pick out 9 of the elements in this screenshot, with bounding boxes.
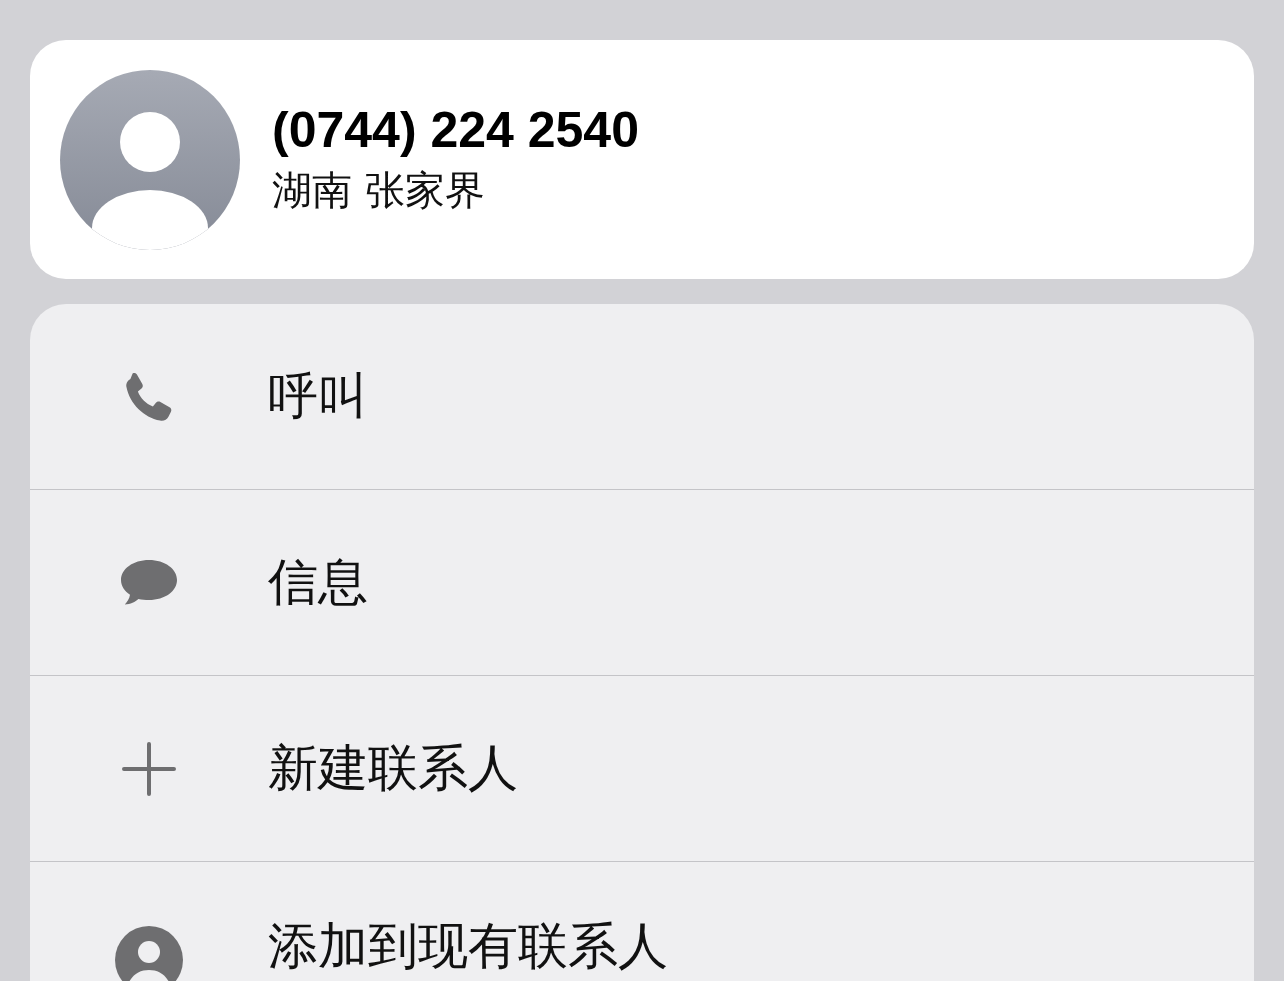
menu-item[interactable]: 新建联系人 bbox=[268, 741, 518, 796]
avatar-icon bbox=[60, 69, 240, 250]
plus-icon bbox=[121, 740, 177, 797]
menu-item[interactable]: 添加到现有联系人 bbox=[268, 919, 668, 974]
phone-location: 湖南 张家界 bbox=[272, 166, 486, 215]
phone-icon bbox=[124, 371, 174, 422]
menu-item[interactable]: 呼叫 bbox=[268, 369, 368, 424]
phone-number: (0744) 224 2540 bbox=[272, 101, 639, 159]
menu-item[interactable]: 信息 bbox=[268, 555, 368, 610]
